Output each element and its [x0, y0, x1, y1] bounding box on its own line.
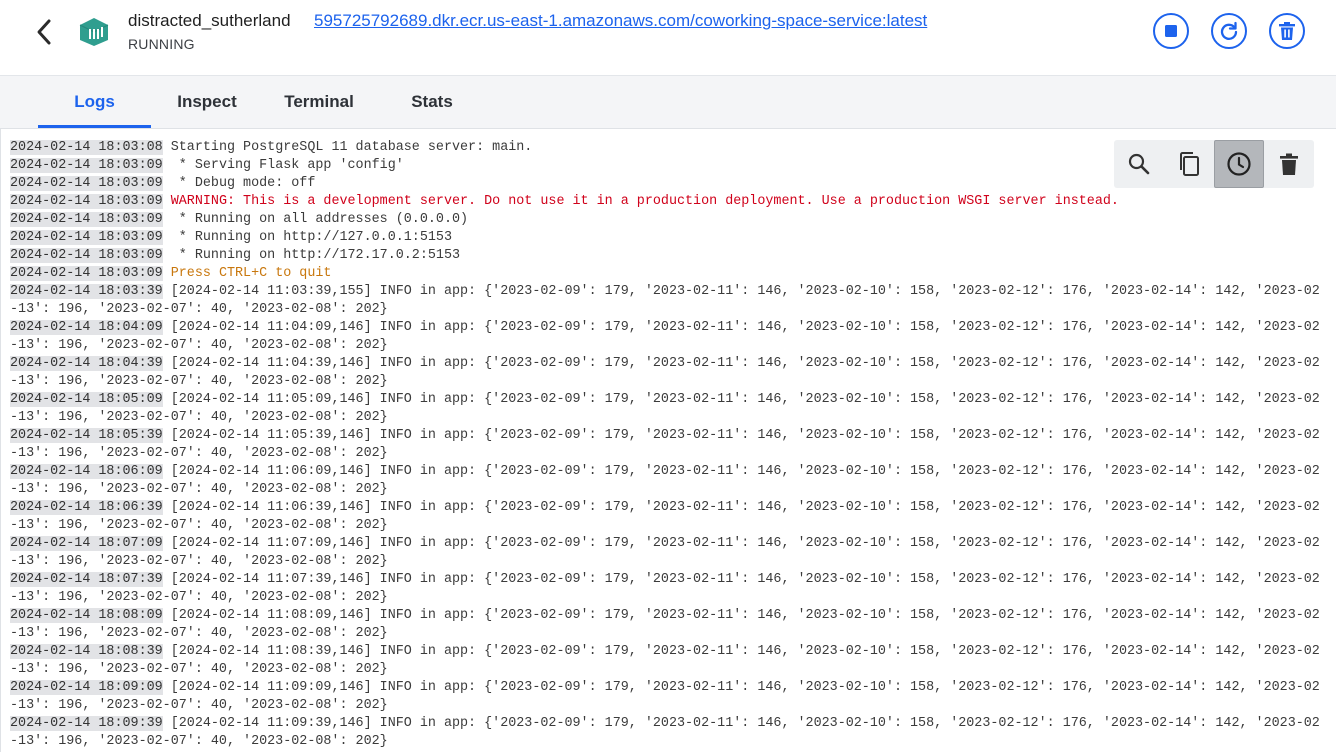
log-message: * Debug mode: off [170, 176, 316, 191]
clear-logs-button[interactable] [1264, 140, 1314, 188]
log-message: [2024-02-14 11:04:39,146] INFO in app: {… [10, 356, 1320, 389]
log-message: [2024-02-14 11:08:39,146] INFO in app: {… [10, 644, 1320, 677]
log-message: [2024-02-14 11:06:39,146] INFO in app: {… [10, 500, 1320, 533]
log-line: 2024-02-14 18:03:09 Press CTRL+C to quit [10, 265, 1326, 283]
search-logs-button[interactable] [1114, 140, 1164, 188]
log-lines: 2024-02-14 18:03:08 Starting PostgreSQL … [10, 139, 1326, 751]
log-line: 2024-02-14 18:04:39 [2024-02-14 11:04:39… [10, 355, 1326, 391]
log-timestamp: 2024-02-14 18:03:09 [10, 266, 163, 281]
tab-stats[interactable]: Stats [400, 76, 464, 128]
log-timestamp: 2024-02-14 18:03:39 [10, 284, 163, 299]
toggle-timestamps-button[interactable] [1214, 140, 1264, 188]
log-timestamp: 2024-02-14 18:07:39 [10, 572, 163, 587]
log-line: 2024-02-14 18:03:09 * Running on http://… [10, 229, 1326, 247]
copy-icon [1180, 152, 1199, 176]
log-line: 2024-02-14 18:09:09 [2024-02-14 11:09:09… [10, 679, 1326, 715]
restart-icon [1220, 21, 1238, 40]
log-toolbar [1114, 140, 1314, 188]
log-message: Press CTRL+C to quit [170, 266, 332, 281]
tab-inspect[interactable]: Inspect [165, 76, 249, 128]
log-message: [2024-02-14 11:08:09,146] INFO in app: {… [10, 608, 1320, 641]
log-message: [2024-02-14 11:07:09,146] INFO in app: {… [10, 536, 1320, 569]
log-line: 2024-02-14 18:04:09 [2024-02-14 11:04:09… [10, 319, 1326, 355]
status-label: RUNNING [128, 36, 195, 52]
log-message: [2024-02-14 11:09:39,146] INFO in app: {… [10, 716, 1320, 749]
tab-terminal[interactable]: Terminal [272, 76, 366, 128]
timestamps-icon [1227, 152, 1251, 176]
clear-icon [1280, 153, 1298, 175]
log-timestamp: 2024-02-14 18:03:08 [10, 140, 163, 155]
log-line: 2024-02-14 18:08:39 [2024-02-14 11:08:39… [10, 643, 1326, 679]
log-line: 2024-02-14 18:03:09 * Running on all add… [10, 211, 1326, 229]
log-timestamp: 2024-02-14 18:03:09 [10, 230, 163, 245]
delete-button[interactable] [1269, 13, 1305, 49]
log-timestamp: 2024-02-14 18:03:09 [10, 212, 163, 227]
copy-logs-button[interactable] [1164, 140, 1214, 188]
restart-button[interactable] [1211, 13, 1247, 49]
log-line: 2024-02-14 18:03:09 WARNING: This is a d… [10, 193, 1326, 211]
tab-logs[interactable]: Logs [38, 76, 151, 128]
log-line: 2024-02-14 18:08:09 [2024-02-14 11:08:09… [10, 607, 1326, 643]
log-timestamp: 2024-02-14 18:03:09 [10, 194, 163, 209]
log-line: 2024-02-14 18:07:39 [2024-02-14 11:07:39… [10, 571, 1326, 607]
log-timestamp: 2024-02-14 18:03:09 [10, 176, 163, 191]
log-line: 2024-02-14 18:05:39 [2024-02-14 11:05:39… [10, 427, 1326, 463]
log-timestamp: 2024-02-14 18:06:09 [10, 464, 163, 479]
log-message: * Running on http://172.17.0.2:5153 [170, 248, 461, 263]
log-timestamp: 2024-02-14 18:08:39 [10, 644, 163, 659]
log-message: * Serving Flask app 'config' [170, 158, 404, 173]
log-timestamp: 2024-02-14 18:09:39 [10, 716, 163, 731]
log-timestamp: 2024-02-14 18:08:09 [10, 608, 163, 623]
log-line: 2024-02-14 18:06:39 [2024-02-14 11:06:39… [10, 499, 1326, 535]
log-timestamp: 2024-02-14 18:04:09 [10, 320, 163, 335]
log-message: [2024-02-14 11:06:09,146] INFO in app: {… [10, 464, 1320, 497]
log-line: 2024-02-14 18:03:39 [2024-02-14 11:03:39… [10, 283, 1326, 319]
log-line: 2024-02-14 18:09:39 [2024-02-14 11:09:39… [10, 715, 1326, 751]
log-line: 2024-02-14 18:06:09 [2024-02-14 11:06:09… [10, 463, 1326, 499]
log-message: [2024-02-14 11:05:39,146] INFO in app: {… [10, 428, 1320, 461]
log-timestamp: 2024-02-14 18:03:09 [10, 158, 163, 173]
log-message: * Running on http://127.0.0.1:5153 [170, 230, 452, 245]
container-icon [78, 17, 110, 47]
log-message: [2024-02-14 11:03:39,155] INFO in app: {… [10, 284, 1320, 317]
log-timestamp: 2024-02-14 18:03:09 [10, 248, 163, 263]
delete-icon [1279, 22, 1295, 40]
log-timestamp: 2024-02-14 18:05:09 [10, 392, 163, 407]
container-name: distracted_sutherland [128, 11, 291, 30]
log-line: 2024-02-14 18:07:09 [2024-02-14 11:07:09… [10, 535, 1326, 571]
log-viewer[interactable]: 2024-02-14 18:03:08 Starting PostgreSQL … [0, 129, 1336, 752]
log-message: * Running on all addresses (0.0.0.0) [170, 212, 469, 227]
stop-icon [1165, 25, 1177, 37]
container-header: distracted_sutherland 595725792689.dkr.e… [0, 0, 1336, 76]
search-icon [1128, 153, 1150, 175]
log-timestamp: 2024-02-14 18:04:39 [10, 356, 163, 371]
log-timestamp: 2024-02-14 18:06:39 [10, 500, 163, 515]
log-message: Starting PostgreSQL 11 database server: … [170, 140, 533, 155]
log-message: [2024-02-14 11:04:09,146] INFO in app: {… [10, 320, 1320, 353]
image-link[interactable]: 595725792689.dkr.ecr.us-east-1.amazonaws… [314, 11, 927, 31]
log-message: [2024-02-14 11:09:09,146] INFO in app: {… [10, 680, 1320, 713]
log-timestamp: 2024-02-14 18:05:39 [10, 428, 163, 443]
tab-bar: Logs Inspect Terminal Stats [0, 76, 1336, 129]
log-timestamp: 2024-02-14 18:09:09 [10, 680, 163, 695]
log-line: 2024-02-14 18:03:09 * Running on http://… [10, 247, 1326, 265]
log-message: [2024-02-14 11:05:09,146] INFO in app: {… [10, 392, 1320, 425]
log-message: [2024-02-14 11:07:39,146] INFO in app: {… [10, 572, 1320, 605]
stop-button[interactable] [1153, 13, 1189, 49]
chevron-left-icon [37, 19, 51, 45]
back-button[interactable] [30, 16, 58, 48]
log-message: WARNING: This is a development server. D… [170, 194, 1119, 209]
log-line: 2024-02-14 18:05:09 [2024-02-14 11:05:09… [10, 391, 1326, 427]
log-timestamp: 2024-02-14 18:07:09 [10, 536, 163, 551]
